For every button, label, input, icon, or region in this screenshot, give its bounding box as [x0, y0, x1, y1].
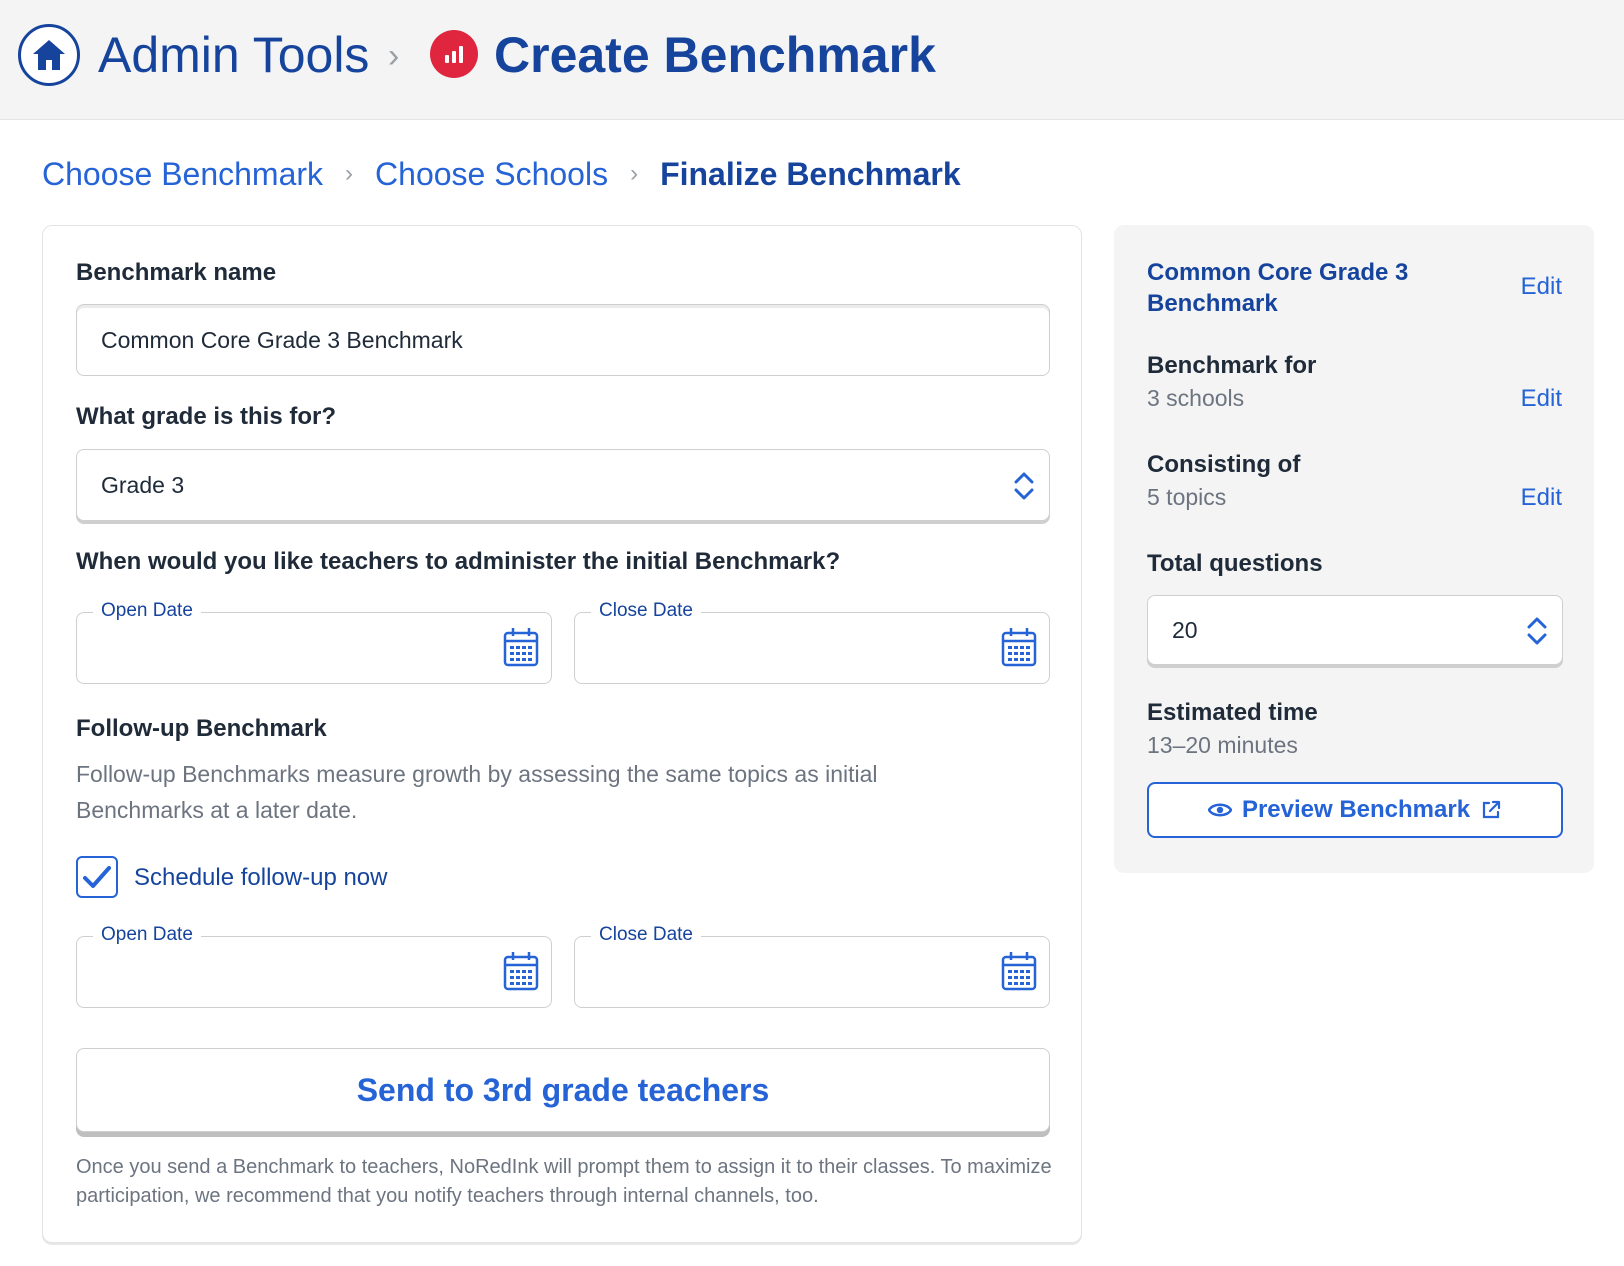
- app-title[interactable]: Admin Tools: [98, 24, 369, 86]
- benchmark-name-input[interactable]: Common Core Grade 3 Benchmark: [76, 304, 1050, 376]
- calendar-icon[interactable]: [503, 627, 539, 667]
- step-breadcrumb: Choose Benchmark › Choose Schools › Fina…: [42, 152, 961, 196]
- benchmark-for-label: Benchmark for: [1147, 352, 1317, 379]
- schedule-followup-checkbox[interactable]: [76, 856, 118, 898]
- schedule-followup-label[interactable]: Schedule follow-up now: [134, 864, 388, 892]
- breadcrumb-separator-icon: ›: [388, 37, 400, 75]
- preview-benchmark-label: Preview Benchmark: [1241, 796, 1471, 823]
- step-finalize-benchmark: Finalize Benchmark: [660, 155, 961, 192]
- send-note: Once you send a Benchmark to teachers, N…: [76, 1156, 1052, 1207]
- house-icon[interactable]: [18, 24, 80, 86]
- followup-close-date-input[interactable]: Close Date: [574, 923, 1050, 1008]
- eye-icon: [1207, 803, 1232, 817]
- total-questions-label: Total questions: [1147, 550, 1323, 577]
- bar-chart-icon: [430, 30, 478, 78]
- estimated-time-label: Estimated time: [1147, 699, 1318, 726]
- summary-benchmark-title: Common Core Grade 3 Benchmark: [1147, 259, 1409, 317]
- total-questions-value: 20: [1172, 616, 1198, 643]
- initial-dates-label: When would you like teachers to administ…: [76, 548, 841, 575]
- initial-close-date-label: Close Date: [591, 599, 701, 623]
- preview-benchmark-button[interactable]: Preview Benchmark: [1147, 782, 1563, 838]
- grade-select[interactable]: Grade 3: [76, 449, 1050, 521]
- external-link-icon: [1482, 800, 1501, 819]
- checkmark-icon: [83, 866, 111, 888]
- grade-select-value: Grade 3: [101, 471, 185, 498]
- chevron-right-icon: ›: [345, 160, 354, 187]
- total-questions-select[interactable]: 20: [1147, 595, 1563, 665]
- benchmark-for-value: 3 schools: [1147, 385, 1245, 411]
- followup-description: Follow-up Benchmarks measure growth by a…: [76, 761, 878, 823]
- step-choose-benchmark[interactable]: Choose Benchmark: [42, 156, 323, 193]
- initial-open-date-input[interactable]: Open Date: [76, 599, 552, 684]
- step-choose-schools[interactable]: Choose Schools: [375, 156, 608, 193]
- followup-open-date-input[interactable]: Open Date: [76, 923, 552, 1008]
- benchmark-name-value: Common Core Grade 3 Benchmark: [101, 326, 463, 353]
- benchmark-summary-panel: Common Core Grade 3 Benchmark Edit Bench…: [1114, 225, 1594, 873]
- grade-label: What grade is this for?: [76, 403, 337, 430]
- initial-open-date-label: Open Date: [93, 599, 201, 623]
- chevron-up-down-icon: [1014, 472, 1034, 500]
- calendar-icon[interactable]: [503, 951, 539, 991]
- chevron-up-down-icon: [1527, 617, 1547, 645]
- followup-close-date-label: Close Date: [591, 923, 701, 947]
- top-header: Admin Tools › Create Benchmark: [0, 0, 1624, 120]
- send-to-teachers-button[interactable]: Send to 3rd grade teachers: [76, 1048, 1050, 1132]
- followup-open-date-label: Open Date: [93, 923, 201, 947]
- page-title: Create Benchmark: [494, 27, 936, 83]
- calendar-icon[interactable]: [1001, 627, 1037, 667]
- initial-close-date-input[interactable]: Close Date: [574, 599, 1050, 684]
- consisting-of-label: Consisting of: [1147, 451, 1301, 478]
- calendar-icon[interactable]: [1001, 951, 1037, 991]
- consisting-of-value: 5 topics: [1147, 484, 1227, 510]
- benchmark-form-card: Benchmark name Common Core Grade 3 Bench…: [42, 225, 1082, 1243]
- followup-title: Follow-up Benchmark: [76, 715, 327, 742]
- estimated-time-value: 13–20 minutes: [1147, 732, 1298, 758]
- edit-schools-link[interactable]: Edit: [1521, 385, 1562, 413]
- edit-benchmark-link[interactable]: Edit: [1521, 273, 1562, 301]
- benchmark-name-label: Benchmark name: [76, 259, 277, 286]
- chevron-right-icon: ›: [630, 160, 639, 187]
- edit-topics-link[interactable]: Edit: [1521, 484, 1562, 512]
